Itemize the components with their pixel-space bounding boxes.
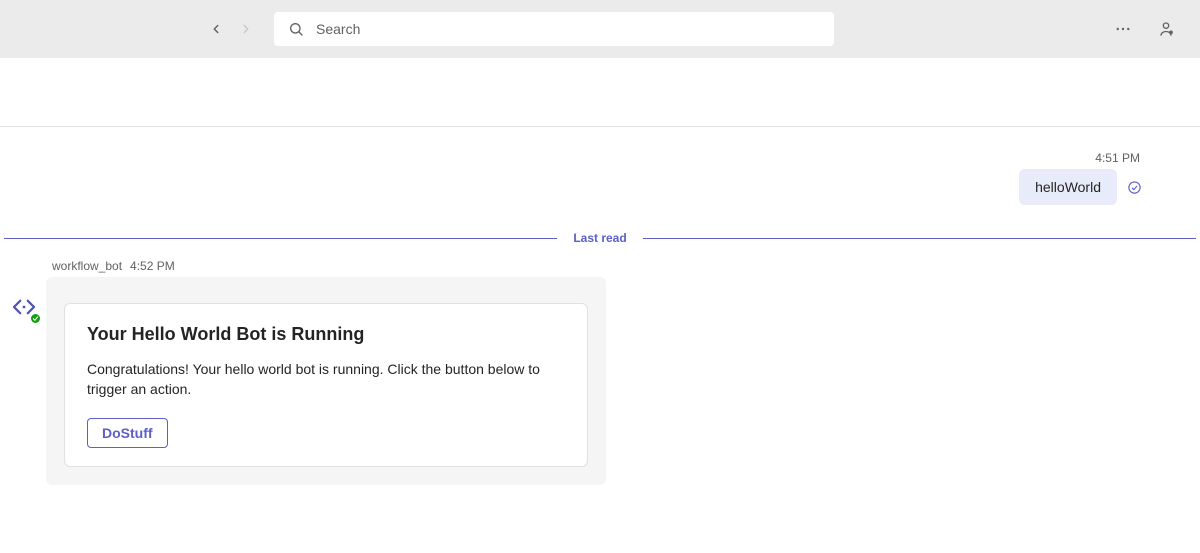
more-icon[interactable] [1114,20,1132,38]
do-stuff-button[interactable]: DoStuff [87,418,168,448]
card-title: Your Hello World Bot is Running [87,324,565,345]
message-text: helloWorld [1035,179,1101,195]
message-card-container: Your Hello World Bot is Running Congratu… [46,277,606,485]
search-icon [288,21,304,37]
subheader [0,58,1200,127]
sent-check-icon [1127,180,1142,195]
last-read-divider: Last read [0,231,1200,245]
title-bar [0,0,1200,58]
message-timestamp: 4:51 PM [1095,151,1140,165]
search-box[interactable] [274,12,834,46]
bot-avatar[interactable] [8,291,40,323]
nav-arrows [204,17,258,41]
outgoing-row: helloWorld [1019,169,1142,205]
incoming-column: workflow_bot 4:52 PM Your Hello World Bo… [46,259,606,485]
search-input[interactable] [316,21,820,37]
message-timestamp: 4:52 PM [130,259,175,273]
card-body: Congratulations! Your hello world bot is… [87,359,565,400]
sender-name: workflow_bot [52,259,122,273]
people-icon[interactable] [1156,19,1176,39]
back-button[interactable] [204,17,228,41]
outgoing-message: 4:51 PM helloWorld [0,127,1200,213]
outgoing-bubble[interactable]: helloWorld [1019,169,1117,205]
last-read-label: Last read [557,231,642,245]
presence-badge-icon [29,312,42,325]
forward-button[interactable] [234,17,258,41]
incoming-message: workflow_bot 4:52 PM Your Hello World Bo… [0,259,1200,485]
incoming-meta: workflow_bot 4:52 PM [52,259,606,273]
title-bar-actions [1114,19,1176,39]
adaptive-card: Your Hello World Bot is Running Congratu… [64,303,588,467]
chat-area: 4:51 PM helloWorld Last read [0,127,1200,485]
